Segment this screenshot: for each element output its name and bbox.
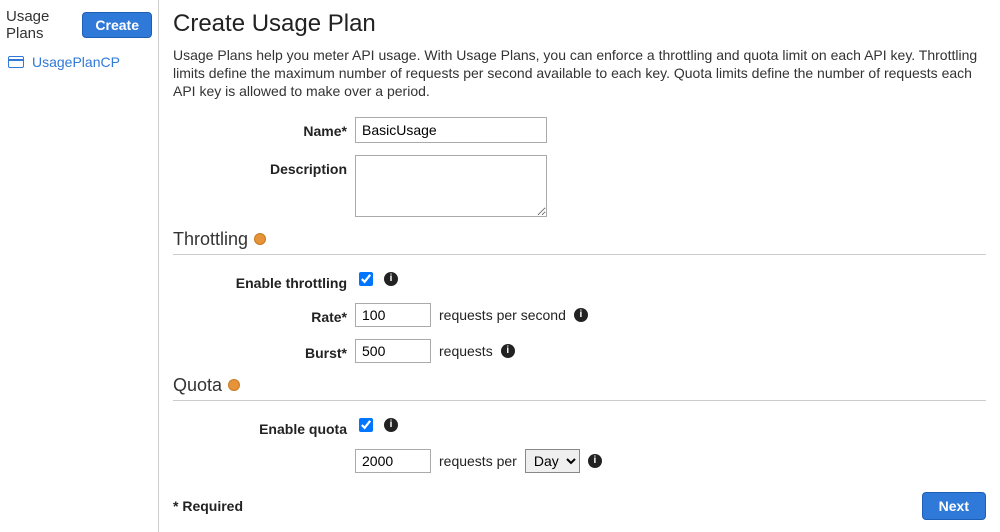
- info-icon[interactable]: [588, 454, 602, 468]
- required-note: * Required: [173, 498, 243, 514]
- create-button[interactable]: Create: [82, 12, 152, 38]
- enable-throttling-checkbox[interactable]: [359, 272, 373, 286]
- next-button[interactable]: Next: [922, 492, 986, 520]
- sidebar-item-label: UsagePlanCP: [32, 54, 120, 70]
- quota-period-select[interactable]: Day: [525, 449, 580, 473]
- gear-icon[interactable]: [254, 233, 266, 245]
- rate-label: Rate*: [173, 303, 355, 325]
- enable-quota-checkbox[interactable]: [359, 418, 373, 432]
- info-icon[interactable]: [384, 418, 398, 432]
- throttling-section-head: Throttling: [173, 229, 986, 255]
- description-field[interactable]: [355, 155, 547, 217]
- quota-suffix: requests per: [439, 453, 517, 469]
- gear-icon[interactable]: [228, 379, 240, 391]
- sidebar-header: Usage Plans Create: [6, 6, 152, 50]
- info-icon[interactable]: [384, 272, 398, 286]
- info-icon[interactable]: [501, 344, 515, 358]
- enable-throttling-label: Enable throttling: [173, 269, 355, 291]
- sidebar-title: Usage Plans: [6, 8, 82, 42]
- rate-suffix: requests per second: [439, 307, 566, 323]
- rate-field[interactable]: [355, 303, 431, 327]
- burst-label: Burst*: [173, 339, 355, 361]
- quota-title: Quota: [173, 375, 222, 396]
- name-field[interactable]: [355, 117, 547, 143]
- name-label: Name*: [173, 117, 355, 139]
- burst-field[interactable]: [355, 339, 431, 363]
- sidebar-item-usageplancp[interactable]: UsagePlanCP: [6, 50, 152, 74]
- footer: * Required Next: [173, 492, 986, 520]
- card-icon: [8, 56, 24, 68]
- description-label: Description: [173, 155, 355, 177]
- burst-suffix: requests: [439, 343, 493, 359]
- enable-quota-label: Enable quota: [173, 415, 355, 437]
- throttling-title: Throttling: [173, 229, 248, 250]
- main-panel: Create Usage Plan Usage Plans help you m…: [159, 0, 1000, 532]
- quota-empty-label: [173, 449, 355, 455]
- info-icon[interactable]: [574, 308, 588, 322]
- quota-value-field[interactable]: [355, 449, 431, 473]
- sidebar: Usage Plans Create UsagePlanCP: [0, 0, 159, 532]
- page-intro: Usage Plans help you meter API usage. Wi…: [173, 46, 986, 101]
- page-title: Create Usage Plan: [173, 10, 986, 38]
- quota-section-head: Quota: [173, 375, 986, 401]
